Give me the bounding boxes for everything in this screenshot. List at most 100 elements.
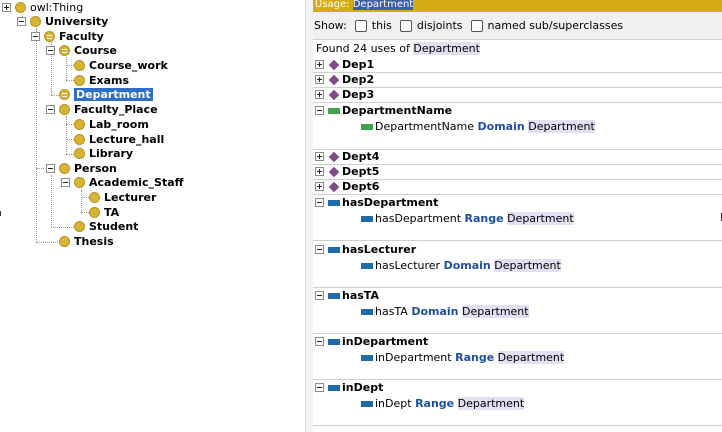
tree-node-exams[interactable]: Exams [61, 73, 129, 88]
class-icon [74, 60, 85, 71]
usage-group-dep3[interactable]: Dep3 [315, 87, 722, 102]
usage-filter-bar: Show: this disjoints named sub/superclas… [313, 12, 722, 40]
axiom-object: Department [457, 397, 525, 410]
usage-panel: Usage: Department Show: this disjoints n… [313, 0, 722, 432]
collapse-toggle-icon[interactable] [46, 105, 55, 114]
tree-node-library[interactable]: Library [61, 146, 133, 161]
collapse-toggle-icon[interactable] [61, 178, 70, 187]
axiom-keyword: Range [455, 351, 495, 364]
tree-node-label: University [45, 15, 109, 28]
usage-group-indepartment[interactable]: inDepartment [315, 334, 722, 349]
expand-toggle-icon[interactable] [315, 152, 324, 161]
disjoints-checkbox[interactable] [399, 19, 412, 32]
collapse-toggle-icon[interactable] [315, 106, 324, 115]
this-checkbox-label[interactable]: this [372, 19, 392, 32]
named-sub-superclasses-checkbox-label[interactable]: named sub/superclasses [488, 19, 624, 32]
collapse-toggle-icon[interactable] [315, 383, 324, 392]
equivalent-class-icon [59, 89, 70, 100]
disjoints-checkbox-label[interactable]: disjoints [417, 19, 463, 32]
object-property-icon [361, 308, 373, 315]
individual-icon [328, 166, 340, 177]
collapse-toggle-icon[interactable] [31, 32, 40, 41]
usage-axiom-row[interactable]: hasDepartment Range Department [361, 211, 722, 226]
individual-icon [328, 151, 340, 162]
object-property-icon [361, 400, 373, 407]
class-hierarchy-tree[interactable]: owl:Thing University Faculty Course Cour… [0, 0, 305, 432]
this-checkbox[interactable] [354, 19, 367, 32]
expand-toggle-icon[interactable] [315, 182, 324, 191]
individual-icon [328, 74, 340, 85]
object-property-icon [361, 354, 373, 361]
usage-axiom-row[interactable]: inDept Range Department [361, 396, 722, 411]
collapse-toggle-icon[interactable] [315, 291, 324, 300]
axiom-keyword: Range [464, 212, 504, 225]
class-icon [89, 192, 100, 203]
class-icon [74, 177, 85, 188]
expand-toggle-icon[interactable] [315, 90, 324, 99]
found-count-text: Found 24 uses of [316, 42, 414, 55]
tree-node-lab-room[interactable]: Lab_room [61, 117, 149, 132]
usage-group-dep2[interactable]: Dep2 [315, 72, 722, 87]
found-entity: Department [413, 42, 480, 55]
class-icon [74, 148, 85, 159]
tree-node-university[interactable]: University [17, 14, 108, 29]
tree-node-thesis[interactable]: Thesis [46, 234, 114, 249]
tree-node-person[interactable]: Person [46, 161, 117, 176]
tree-node-owl-thing[interactable]: owl:Thing [2, 0, 83, 15]
usage-axiom-row[interactable]: hasTA Domain Department [361, 304, 722, 319]
usage-group-indept[interactable]: inDept [315, 380, 722, 395]
tree-node-label: owl:Thing [30, 1, 84, 14]
usage-group-haslecturer[interactable]: hasLecturer [315, 242, 722, 257]
usage-axiom-row[interactable]: inDepartment Range Department [361, 350, 722, 365]
usage-group-dept6[interactable]: Dept6 [315, 179, 722, 194]
tree-node-label: Faculty [59, 30, 104, 43]
usage-group-dept4[interactable]: Dept4 [315, 149, 722, 164]
class-icon [59, 104, 70, 115]
collapse-toggle-icon[interactable] [315, 337, 324, 346]
tree-connector [51, 175, 52, 227]
tree-node-department[interactable]: Department [46, 87, 153, 102]
tree-node-academic-staff[interactable]: Academic_Staff [61, 175, 184, 190]
class-icon [59, 163, 70, 174]
axiom-subject: inDept [375, 397, 412, 410]
collapse-toggle-icon[interactable] [17, 17, 26, 26]
tree-node-label: Thesis [74, 235, 114, 248]
usage-group-label: hasLecturer [342, 243, 417, 256]
object-property-icon [328, 384, 340, 391]
usage-group-dep1[interactable]: Dep1 [315, 57, 722, 72]
tree-node-lecture-hall[interactable]: Lecture_hall [61, 132, 164, 147]
data-property-icon [328, 107, 340, 114]
usage-group-hasdepartment[interactable]: hasDepartment [315, 195, 722, 210]
expand-toggle-icon[interactable] [315, 167, 324, 176]
usage-panel-header: Usage: Department [313, 0, 722, 12]
tree-node-ta[interactable]: TA [76, 205, 119, 220]
panel-splitter[interactable] [305, 0, 313, 432]
individual-icon [328, 59, 340, 70]
expand-toggle-icon[interactable] [2, 3, 11, 12]
collapse-toggle-icon[interactable] [315, 245, 324, 254]
expand-toggle-icon[interactable] [315, 60, 324, 69]
usage-group-departmentname[interactable]: DepartmentName [315, 103, 722, 118]
collapse-toggle-icon[interactable] [315, 198, 324, 207]
class-icon [74, 221, 85, 232]
named-sub-superclasses-checkbox[interactable] [470, 19, 483, 32]
expand-toggle-icon[interactable] [315, 75, 324, 84]
object-property-icon [328, 199, 340, 206]
tree-node-course[interactable]: Course [46, 43, 117, 58]
usage-axiom-row[interactable]: hasLecturer Domain Department [361, 258, 722, 273]
usage-group-dept5[interactable]: Dept5 [315, 164, 722, 179]
axiom-subject: inDepartment [375, 351, 452, 364]
tree-node-label: Student [89, 220, 139, 233]
tree-node-lecturer[interactable]: Lecturer [76, 190, 156, 205]
usage-group-hasta[interactable]: hasTA [315, 288, 722, 303]
tree-node-student[interactable]: Student [61, 219, 138, 234]
data-property-icon [361, 123, 373, 130]
tree-node-faculty[interactable]: Faculty [31, 29, 104, 44]
usage-group-label: hasTA [342, 289, 379, 302]
object-property-icon [328, 292, 340, 299]
collapse-toggle-icon[interactable] [46, 164, 55, 173]
tree-node-course-work[interactable]: Course_work [61, 58, 168, 73]
usage-axiom-row[interactable]: DepartmentName Domain Department [361, 119, 722, 134]
collapse-toggle-icon[interactable] [46, 46, 55, 55]
tree-node-faculty-place[interactable]: Faculty_Place [46, 102, 158, 117]
